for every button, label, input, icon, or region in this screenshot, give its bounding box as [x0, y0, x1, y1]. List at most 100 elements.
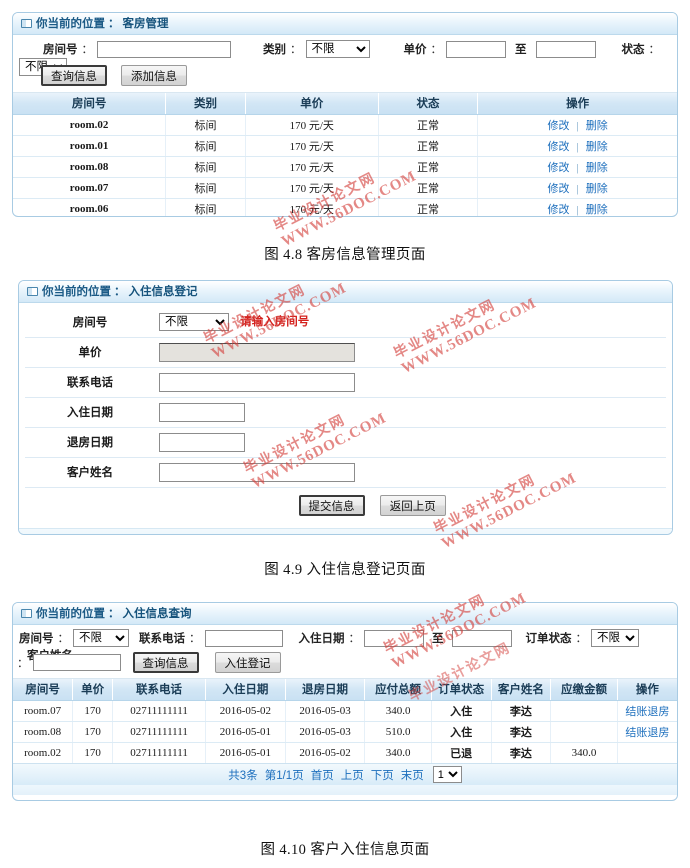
- room-search-toolbar: 房间号 ： 类别 ： 不限 单价 ： 至 状态 ： 不限 查询信息 添加信息: [13, 35, 677, 93]
- pager-page-select[interactable]: 1: [432, 766, 462, 783]
- room-number-select[interactable]: 不限: [73, 629, 129, 647]
- cell-price: 170 元/天: [245, 198, 379, 216]
- checkout-date-input[interactable]: [159, 432, 245, 452]
- cell-status: 正常: [378, 114, 479, 136]
- panel-checkin-query: 你当前的位置：入住信息查询 房间号 ： 不限 联系电话 ： 入住日期 ： 至 订…: [12, 602, 678, 801]
- customer-name-label: 客户姓名: [25, 457, 155, 488]
- cell-actions: 修改 | 删除: [477, 177, 677, 199]
- col-price: 单价: [72, 679, 114, 701]
- order-status-select[interactable]: 不限: [591, 629, 639, 647]
- cell-room-number: room.07: [13, 700, 74, 722]
- delete-link[interactable]: 删除: [586, 141, 608, 153]
- edit-link[interactable]: 修改: [548, 162, 570, 174]
- action-divider: |: [576, 182, 579, 195]
- query-info-button[interactable]: 查询信息: [41, 65, 107, 86]
- edit-link[interactable]: 修改: [548, 183, 570, 195]
- col-actions: 操作: [477, 93, 677, 115]
- checkin-table-pager: 共3条 第1/1页 首页 上页 下页 末页 1: [13, 763, 677, 785]
- delete-link[interactable]: 删除: [586, 204, 608, 216]
- cell-actions: 修改 | 删除: [477, 156, 677, 178]
- cell-amount-due: 340.0: [550, 742, 618, 763]
- customer-name-input[interactable]: [159, 462, 355, 482]
- customer-name-field-cell: [155, 457, 666, 488]
- phone-input[interactable]: [204, 629, 283, 647]
- table-row: room.08 170 02711111111 2016-05-01 2016-…: [13, 721, 677, 743]
- edit-link[interactable]: 修改: [548, 204, 570, 216]
- price-input[interactable]: [159, 342, 355, 362]
- cell-category: 标间: [165, 177, 246, 199]
- cell-amount-due: [550, 721, 618, 743]
- room-table: 房间号 类别 单价 状态 操作 room.02 标间 170 元/天 正常 修改…: [13, 93, 677, 216]
- add-info-button[interactable]: 添加信息: [121, 65, 187, 86]
- price-label: 单价: [25, 337, 155, 368]
- checkout-settle-link[interactable]: 结账退房: [625, 706, 669, 718]
- pager-first-link[interactable]: 首页: [311, 767, 334, 783]
- customer-name-colon: ：: [17, 657, 29, 670]
- cell-room-number: room.02: [13, 114, 167, 136]
- edit-link[interactable]: 修改: [548, 120, 570, 132]
- checkin-date-field-cell: [155, 397, 666, 428]
- figure-caption-4-8: 图 4.8 客房信息管理页面: [264, 247, 426, 263]
- pager-total-count: 共3条: [228, 769, 258, 782]
- form-row-room: 房间号 不限 请输入房间号: [25, 307, 666, 338]
- pager-next-link[interactable]: 下页: [371, 767, 394, 783]
- edit-link[interactable]: 修改: [548, 141, 570, 153]
- cell-actions: 修改 | 删除: [477, 135, 677, 157]
- status-label: 状态: [621, 44, 645, 56]
- room-number-colon: ：: [57, 633, 70, 645]
- cell-phone: 02711111111: [112, 721, 207, 743]
- cell-category: 标间: [165, 198, 246, 216]
- price-field-cell: [155, 337, 666, 368]
- cell-price: 170: [72, 700, 114, 722]
- delete-link[interactable]: 删除: [586, 183, 608, 195]
- phone-label: 联系电话: [139, 633, 185, 645]
- customer-name-input[interactable]: [32, 654, 121, 671]
- table-row: room.02 170 02711111111 2016-05-01 2016-…: [13, 742, 677, 763]
- form-row-customer: 客户姓名: [25, 457, 666, 488]
- price-range-to-label: 至: [515, 44, 527, 56]
- action-divider: |: [576, 140, 579, 153]
- col-price: 单价: [245, 93, 379, 115]
- room-table-header-row: 房间号 类别 单价 状态 操作: [13, 93, 677, 115]
- col-amount-due: 应缴金额: [550, 679, 618, 701]
- delete-link[interactable]: 删除: [586, 162, 608, 174]
- checkin-date-to-input[interactable]: [451, 629, 512, 647]
- table-row: room.02 标间 170 元/天 正常 修改 | 删除: [13, 114, 677, 136]
- query-info-button[interactable]: 查询信息: [132, 652, 199, 673]
- back-button[interactable]: 返回上页: [379, 494, 446, 516]
- pager-spacer: [13, 785, 677, 795]
- delete-link[interactable]: 删除: [586, 120, 608, 132]
- action-divider: |: [576, 119, 579, 132]
- phone-input[interactable]: [159, 372, 355, 392]
- figure-caption-4-10: 图 4.10 客户入住信息页面: [260, 842, 430, 858]
- checkin-date-from-input[interactable]: [364, 629, 424, 647]
- col-order-status: 订单状态: [431, 679, 492, 701]
- breadcrumb-prefix: 你当前的位置: [42, 286, 111, 298]
- room-number-label: 房间号: [43, 44, 78, 56]
- checkin-date-input[interactable]: [159, 402, 245, 422]
- breadcrumb-checkin-query: 你当前的位置：入住信息查询: [13, 603, 677, 625]
- room-number-field-cell: 不限 请输入房间号: [155, 307, 666, 338]
- cell-category: 标间: [165, 156, 246, 178]
- table-row: room.08 标间 170 元/天 正常 修改 | 删除: [13, 156, 677, 178]
- col-room-number: 房间号: [13, 93, 167, 115]
- pager-last-link[interactable]: 末页: [401, 767, 424, 783]
- pager-prev-link[interactable]: 上页: [341, 767, 364, 783]
- window-icon: [21, 19, 32, 28]
- price-to-input[interactable]: [535, 40, 596, 58]
- col-checkout-date: 退房日期: [285, 679, 366, 701]
- room-number-select[interactable]: 不限: [159, 312, 229, 331]
- col-total-payable: 应付总额: [364, 679, 432, 701]
- breadcrumb-current-page: 客房管理: [122, 18, 169, 30]
- price-label: 单价: [403, 44, 427, 56]
- cell-checkin-date: 2016-05-01: [205, 742, 286, 763]
- form-row-price: 单价: [25, 337, 666, 368]
- price-from-input[interactable]: [446, 40, 506, 58]
- cell-status: 正常: [378, 156, 479, 178]
- submit-info-button[interactable]: 提交信息: [298, 494, 365, 516]
- cell-total-payable: 340.0: [364, 700, 432, 722]
- checkin-register-button[interactable]: 入住登记: [214, 652, 281, 673]
- room-number-input[interactable]: [97, 40, 231, 58]
- checkout-settle-link[interactable]: 结账退房: [625, 727, 669, 739]
- category-select[interactable]: 不限: [305, 40, 370, 58]
